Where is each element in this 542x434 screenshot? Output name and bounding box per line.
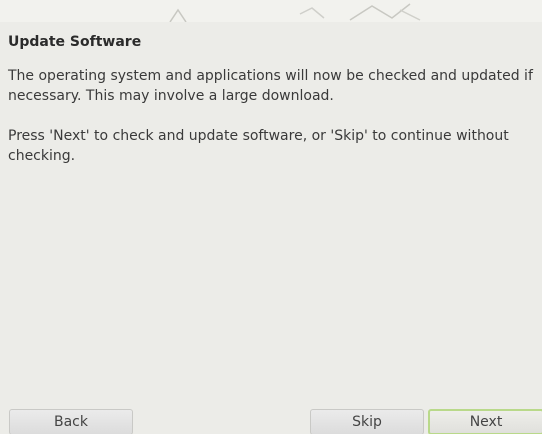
next-button[interactable]: Next — [428, 409, 542, 434]
setup-wizard-window: Update Software The operating system and… — [0, 0, 542, 434]
header-pattern-icon — [169, 3, 421, 22]
content-panel: Update Software The operating system and… — [0, 22, 542, 396]
instruction-text: Press 'Next' to check and update softwar… — [8, 128, 509, 164]
header-decoration — [0, 0, 542, 23]
description-text: The operating system and applications wi… — [8, 68, 533, 104]
back-button[interactable]: Back — [9, 409, 133, 434]
skip-button[interactable]: Skip — [310, 409, 424, 434]
page-title: Update Software — [8, 34, 142, 50]
